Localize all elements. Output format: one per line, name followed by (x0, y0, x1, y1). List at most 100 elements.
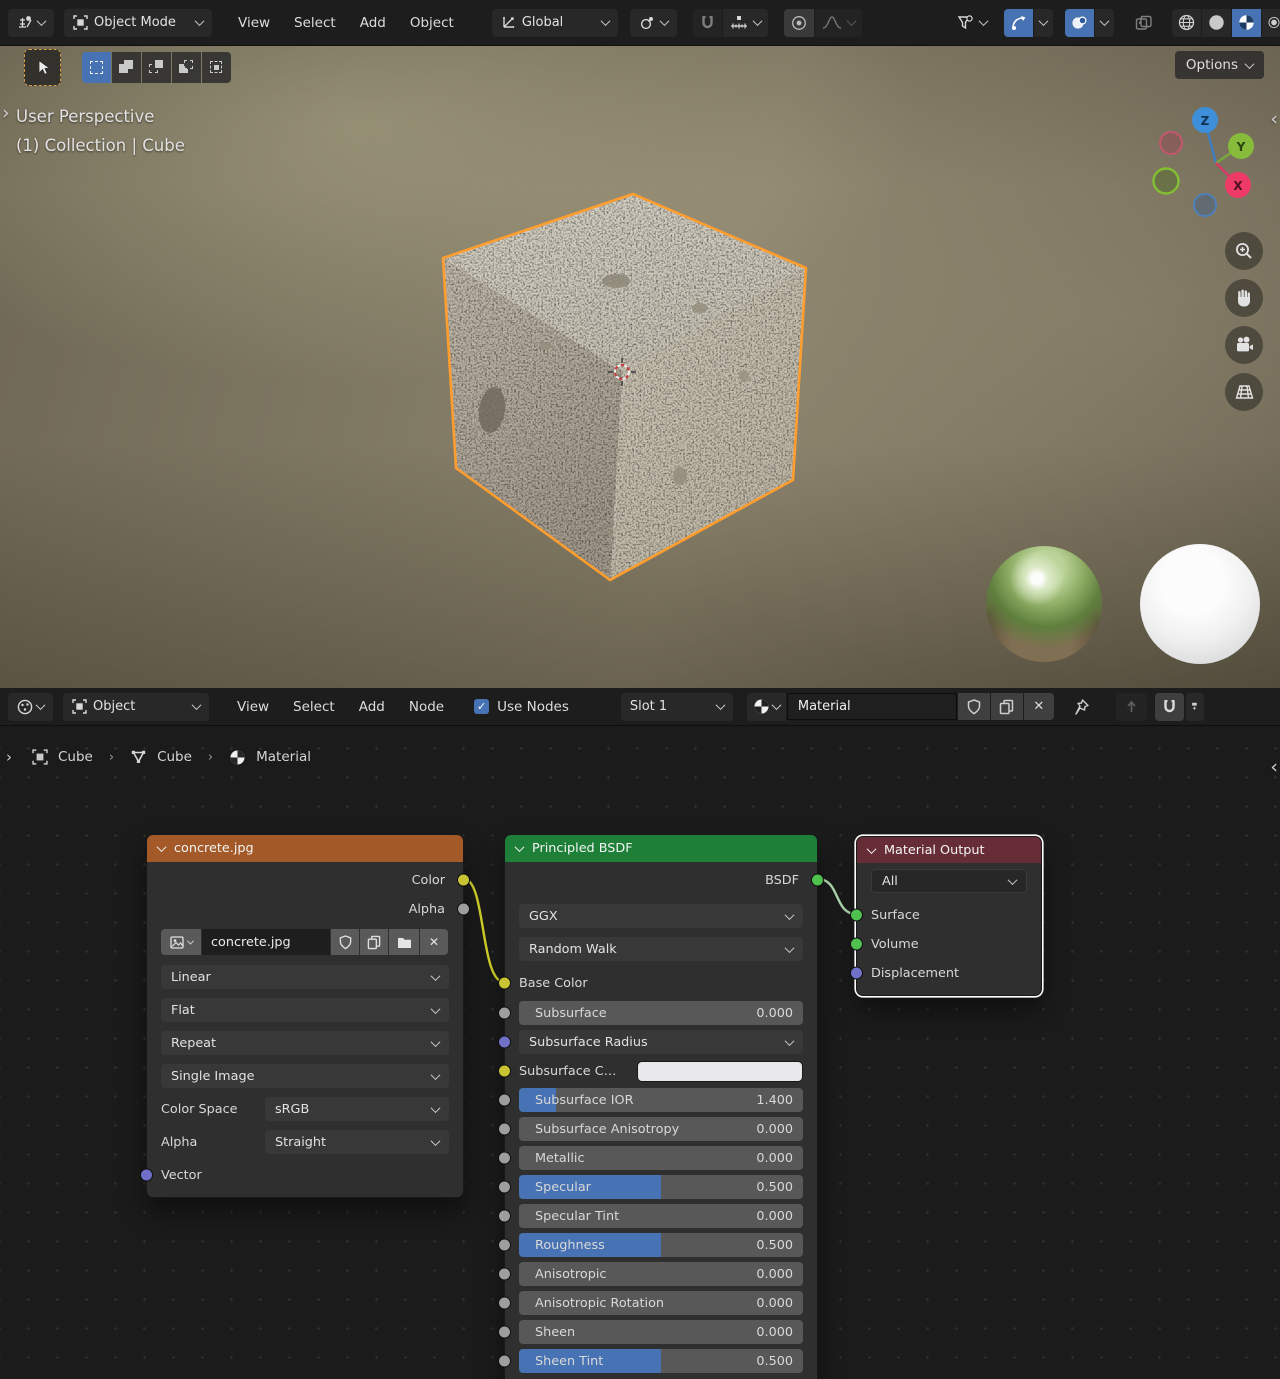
color-space-dropdown[interactable]: sRGB (265, 1097, 449, 1121)
socket-color-output[interactable] (457, 874, 470, 887)
menu-select[interactable]: Select (282, 15, 348, 31)
node-header-output[interactable]: Material Output (857, 837, 1041, 863)
editor-type-shader-dropdown[interactable] (8, 693, 53, 721)
socket-subsurface-anisotropy-input[interactable] (498, 1123, 511, 1136)
gizmo-axis-y[interactable]: Y (1228, 133, 1254, 159)
menu-view[interactable]: View (226, 15, 282, 31)
socket-metallic-input[interactable] (498, 1152, 511, 1165)
node-snap-target-dropdown[interactable] (1186, 693, 1204, 721)
shading-rendered-button[interactable] (1262, 9, 1280, 37)
roughness-slider[interactable]: Roughness0.500 (519, 1233, 803, 1257)
flat-dropdown[interactable]: Flat (161, 998, 449, 1022)
alpha-mode-dropdown[interactable]: Straight (265, 1130, 449, 1154)
image-open-button[interactable] (389, 929, 419, 955)
show-gizmo-toggle[interactable] (1004, 9, 1033, 37)
menu-object[interactable]: Object (398, 15, 466, 31)
camera-view-button[interactable] (1225, 326, 1263, 364)
sheen-slider[interactable]: Sheen0.000 (519, 1320, 803, 1344)
subsurface-c-color-swatch[interactable] (637, 1061, 803, 1082)
browse-material-dropdown[interactable] (747, 693, 786, 721)
menu-add[interactable]: Add (347, 699, 397, 715)
use-nodes-checkbox[interactable]: ✓ (474, 699, 489, 714)
gizmo-axis-neg-z[interactable] (1194, 194, 1216, 216)
fake-user-button[interactable] (958, 693, 990, 720)
object-visibility-dropdown[interactable] (950, 9, 994, 37)
socket-sheen-tint-input[interactable] (498, 1355, 511, 1368)
select-set-button[interactable] (82, 52, 111, 83)
shading-material-button[interactable] (1232, 9, 1261, 37)
socket-volume-input[interactable] (850, 938, 863, 951)
image-copy-button[interactable] (360, 929, 388, 955)
proportional-falloff-dropdown[interactable] (815, 9, 862, 37)
specular-tint-slider[interactable]: Specular Tint0.000 (519, 1204, 803, 1228)
sidebar-collapse-right-icon[interactable]: ‹ (1270, 108, 1278, 130)
breadcrumb-material[interactable]: Material (256, 749, 311, 765)
image-browse-dropdown[interactable] (161, 929, 201, 955)
shader-type-dropdown[interactable]: Object (63, 693, 209, 721)
zoom-button[interactable] (1225, 232, 1263, 270)
target-dropdown[interactable]: All (871, 869, 1027, 893)
socket-subsurface-input[interactable] (498, 1007, 511, 1020)
socket-anisotropic-rotation-input[interactable] (498, 1297, 511, 1310)
socket-specular-input[interactable] (498, 1181, 511, 1194)
socket-bsdf-output[interactable] (811, 874, 824, 887)
xray-toggle[interactable] (1128, 9, 1160, 37)
show-overlays-dropdown[interactable] (1095, 9, 1114, 37)
material-name-input[interactable]: Material (787, 693, 957, 720)
snap-target-dropdown[interactable] (723, 9, 768, 37)
menu-view[interactable]: View (225, 699, 281, 715)
navigation-gizmo[interactable]: Z Y X (1143, 104, 1263, 224)
metallic-slider[interactable]: Metallic0.000 (519, 1146, 803, 1170)
show-overlays-toggle[interactable] (1065, 9, 1094, 37)
breadcrumb-mesh[interactable]: Cube (157, 749, 192, 765)
gizmo-axis-z[interactable]: Z (1192, 107, 1218, 133)
options-button[interactable]: Options (1175, 51, 1264, 79)
collapse-node-icon[interactable] (867, 844, 877, 854)
select-extend-button[interactable] (112, 52, 141, 83)
shading-solid-button[interactable] (1202, 9, 1231, 37)
pin-button[interactable] (1072, 698, 1090, 716)
editor-type-dropdown[interactable] (8, 9, 54, 37)
node-header-bsdf[interactable]: Principled BSDF (505, 835, 817, 862)
socket-base-color-input[interactable] (498, 977, 511, 990)
socket-subsurface-radius-input[interactable] (498, 1036, 511, 1049)
select-invert-button[interactable] (172, 52, 201, 83)
node-header-image[interactable]: concrete.jpg (147, 835, 463, 862)
viewport-3d-canvas[interactable]: Options › ‹ User Perspective (1) Collect… (0, 46, 1280, 688)
material-slot-dropdown[interactable]: Slot 1 (621, 693, 733, 721)
gizmo-axis-neg-y[interactable] (1154, 169, 1179, 194)
socket-sheen-input[interactable] (498, 1326, 511, 1339)
use-nodes-field[interactable]: ✓ Use Nodes (474, 699, 569, 715)
collapse-node-icon[interactable] (515, 842, 525, 852)
subsurface-radius-dropdown[interactable]: Subsurface Radius (519, 1030, 803, 1054)
shader-editor-canvas[interactable]: › Cube › Cube › Material ‹ concrete.jpg … (0, 726, 1280, 1379)
specular-slider[interactable]: Specular0.500 (519, 1175, 803, 1199)
socket-displacement-input[interactable] (850, 967, 863, 980)
socket-vector-input[interactable] (140, 1169, 153, 1182)
socket-roughness-input[interactable] (498, 1239, 511, 1252)
snap-toggle-button[interactable] (693, 9, 722, 37)
orthographic-toggle-button[interactable] (1225, 373, 1263, 411)
node-snap-toggle[interactable] (1155, 693, 1184, 721)
socket-surface-input[interactable] (850, 909, 863, 922)
menu-node[interactable]: Node (397, 699, 456, 715)
subsurface-ior-slider[interactable]: Subsurface IOR1.400 (519, 1088, 803, 1112)
anisotropic-slider[interactable]: Anisotropic0.000 (519, 1262, 803, 1286)
anisotropic-rotation-slider[interactable]: Anisotropic Rotation0.000 (519, 1291, 803, 1315)
image-name-field[interactable]: concrete.jpg (202, 929, 330, 955)
sheen-tint-slider[interactable]: Sheen Tint0.500 (519, 1349, 803, 1373)
linear-dropdown[interactable]: Linear (161, 965, 449, 989)
proportional-editing-toggle[interactable] (784, 9, 814, 37)
node-sidebar-collapse-icon[interactable]: ‹ (1270, 756, 1278, 778)
single-image-dropdown[interactable]: Single Image (161, 1064, 449, 1088)
socket-anisotropic-input[interactable] (498, 1268, 511, 1281)
pivot-point-dropdown[interactable] (630, 9, 677, 37)
breadcrumb-object[interactable]: Cube (58, 749, 93, 765)
repeat-dropdown[interactable]: Repeat (161, 1031, 449, 1055)
breadcrumb-expand-icon[interactable]: › (6, 748, 12, 766)
sidebar-expand-left-icon[interactable]: › (2, 102, 10, 124)
mode-dropdown[interactable]: Object Mode (64, 9, 212, 37)
menu-add[interactable]: Add (348, 15, 398, 31)
node-image-texture[interactable]: concrete.jpg Color Alpha con (146, 834, 464, 1198)
subsurface-anisotropy-slider[interactable]: Subsurface Anisotropy0.000 (519, 1117, 803, 1141)
